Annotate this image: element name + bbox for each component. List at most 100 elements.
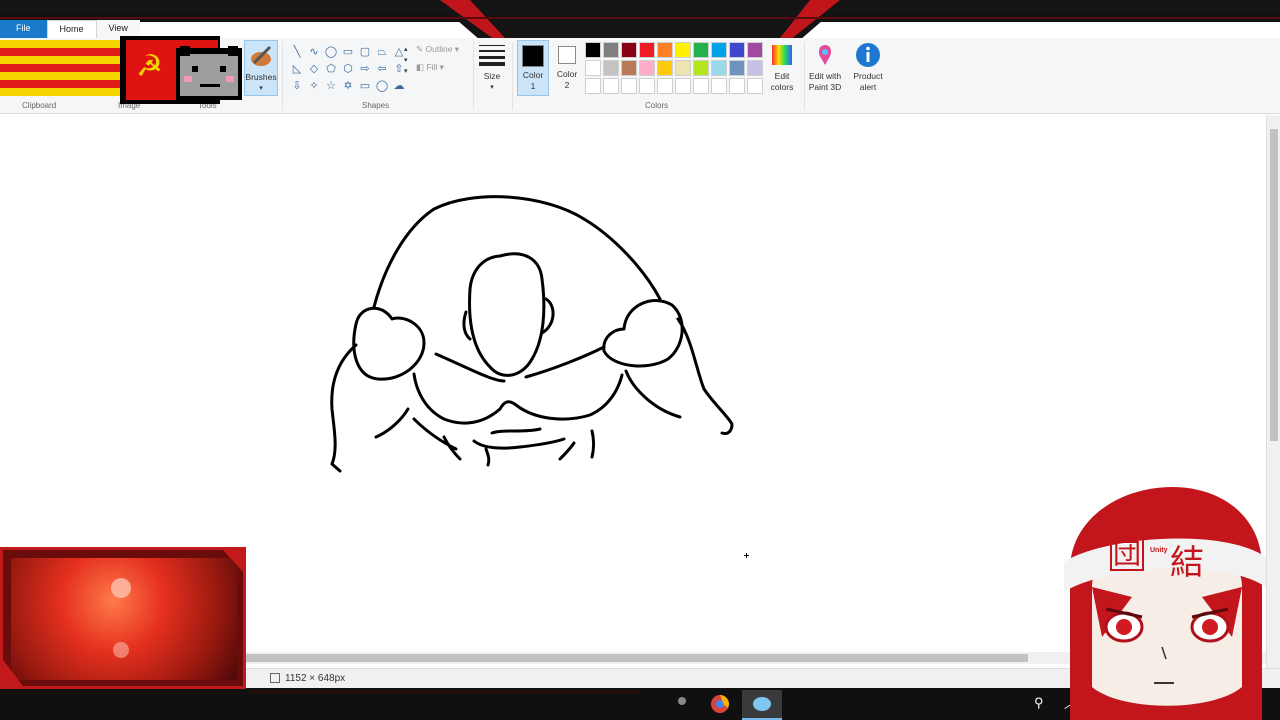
color-swatch[interactable] bbox=[693, 42, 709, 58]
separator bbox=[804, 42, 805, 110]
avatar-illustration bbox=[1064, 487, 1266, 720]
color-swatch[interactable] bbox=[675, 60, 691, 76]
color-palette bbox=[585, 42, 763, 94]
info-icon bbox=[856, 43, 880, 67]
shape-right-triangle-icon[interactable]: ◺ bbox=[289, 61, 305, 77]
shape-callout-oval-icon[interactable]: ◯ bbox=[374, 78, 390, 94]
horizontal-scrollbar-thumb[interactable] bbox=[246, 654, 1028, 662]
shape-left-arrow-icon[interactable]: ⇦ bbox=[374, 61, 390, 77]
color-swatch[interactable] bbox=[711, 60, 727, 76]
color-swatch[interactable] bbox=[675, 42, 691, 58]
shape-callout-rect-icon[interactable]: ▭ bbox=[357, 78, 373, 94]
color-swatch[interactable] bbox=[729, 60, 745, 76]
color-swatch[interactable] bbox=[621, 78, 637, 94]
color1-number: 1 bbox=[530, 81, 536, 91]
color-swatch[interactable] bbox=[711, 78, 727, 94]
color-swatch[interactable] bbox=[639, 78, 655, 94]
color-swatch[interactable] bbox=[693, 78, 709, 94]
paint3d-icon bbox=[818, 45, 832, 65]
shape-hexagon-icon[interactable]: ⬡ bbox=[340, 61, 356, 77]
shape-curve-icon[interactable]: ∿ bbox=[306, 44, 322, 60]
nyan-cat-overlay: ☭ bbox=[0, 36, 242, 104]
product-alert-button[interactable]: Product alert bbox=[850, 42, 886, 93]
shape-star5-icon[interactable]: ☆ bbox=[323, 78, 339, 94]
color-swatch[interactable] bbox=[639, 42, 655, 58]
shape-star4-icon[interactable]: ✧ bbox=[306, 78, 322, 94]
color2-swatch bbox=[558, 46, 576, 64]
shapes-scroll-icon[interactable]: ▴ ▾ ▾ bbox=[404, 44, 408, 77]
color1-button[interactable]: Color 1 bbox=[517, 40, 549, 96]
outline-icon: ✎ bbox=[416, 44, 424, 54]
shape-polygon-icon[interactable]: ⏢ bbox=[374, 44, 390, 60]
brushes-button[interactable]: Brushes ▾ bbox=[244, 40, 278, 96]
color-swatch[interactable] bbox=[585, 60, 601, 76]
brushes-label: Brushes bbox=[245, 72, 277, 82]
people-icon[interactable]: ⚲ bbox=[1034, 695, 1044, 711]
vertical-scrollbar-thumb[interactable] bbox=[1270, 129, 1278, 441]
color-swatch[interactable] bbox=[693, 60, 709, 76]
color-swatch[interactable] bbox=[711, 42, 727, 58]
separator bbox=[282, 42, 283, 110]
cursor-crosshair-icon bbox=[744, 553, 749, 558]
overlay-frame-graphic bbox=[0, 0, 1280, 40]
color-swatch[interactable] bbox=[639, 60, 655, 76]
color-swatch[interactable] bbox=[747, 78, 763, 94]
separator bbox=[473, 42, 474, 110]
edit-paint3d-button[interactable]: Edit with Paint 3D bbox=[806, 42, 844, 93]
edit-colors-label-b: colors bbox=[770, 82, 794, 92]
color-swatch[interactable] bbox=[585, 42, 601, 58]
shape-star6-icon[interactable]: ✡ bbox=[340, 78, 356, 94]
shape-right-arrow-icon[interactable]: ⇨ bbox=[357, 61, 373, 77]
size-lines-icon bbox=[479, 45, 505, 66]
canvas-size-icon bbox=[270, 673, 280, 683]
color-swatch[interactable] bbox=[747, 42, 763, 58]
edit-colors-label-a: Edit bbox=[774, 71, 790, 81]
color-swatch[interactable] bbox=[621, 42, 637, 58]
color-swatch[interactable] bbox=[603, 78, 619, 94]
shape-pentagon-icon[interactable]: ⬠ bbox=[323, 61, 339, 77]
outline-label: Outline bbox=[425, 44, 453, 54]
shape-cloud-icon[interactable]: ☁ bbox=[391, 78, 407, 94]
fill-dropdown[interactable]: ◧ Fill ▾ bbox=[416, 62, 444, 73]
edit-colors-button[interactable]: Edit colors bbox=[768, 42, 796, 93]
shape-diamond-icon[interactable]: ◇ bbox=[306, 61, 322, 77]
color2-number: 2 bbox=[564, 80, 570, 90]
color-swatch[interactable] bbox=[675, 78, 691, 94]
shape-rounded-rect-icon[interactable]: ▢ bbox=[357, 44, 373, 60]
webcam-frame-graphic bbox=[3, 550, 243, 686]
color1-label: Color bbox=[522, 70, 544, 80]
group-label-shapes: Shapes bbox=[362, 101, 390, 110]
shapes-gallery[interactable]: ╲ ∿ ◯ ▭ ▢ ⏢ △ ◺ ◇ ⬠ ⬡ ⇨ ⇦ ⇧ ⇩ ✧ ☆ ✡ ▭ ◯ … bbox=[289, 44, 407, 94]
color-swatch[interactable] bbox=[729, 78, 745, 94]
product-alert-label-a: Product bbox=[853, 71, 883, 81]
color-swatch[interactable] bbox=[657, 60, 673, 76]
color-swatch[interactable] bbox=[729, 42, 745, 58]
size-button[interactable]: Size ▾ bbox=[478, 42, 506, 93]
color2-button[interactable]: Color 2 bbox=[553, 40, 581, 96]
outline-dropdown[interactable]: ✎ Outline ▾ bbox=[416, 44, 459, 55]
shape-line-icon[interactable]: ╲ bbox=[289, 44, 305, 60]
chevron-down-icon: ▾ bbox=[259, 85, 263, 92]
edit-paint3d-label-b: Paint 3D bbox=[808, 82, 842, 92]
color-swatch[interactable] bbox=[585, 78, 601, 94]
product-alert-label-b: alert bbox=[859, 82, 877, 92]
canvas-dimensions: 1152 × 648px bbox=[285, 673, 346, 684]
svg-text:☭: ☭ bbox=[136, 49, 163, 84]
vertical-scrollbar[interactable] bbox=[1266, 115, 1280, 668]
headband-kanji-left: 団 bbox=[1110, 537, 1145, 571]
color-swatch[interactable] bbox=[621, 60, 637, 76]
color-swatch[interactable] bbox=[657, 42, 673, 58]
color-swatch[interactable] bbox=[603, 60, 619, 76]
headband-kanji-right: 結 bbox=[1170, 543, 1204, 583]
shape-rectangle-icon[interactable]: ▭ bbox=[340, 44, 356, 60]
brush-icon bbox=[251, 45, 272, 66]
webcam-overlay bbox=[0, 547, 246, 689]
color-swatch[interactable] bbox=[657, 78, 673, 94]
shape-down-arrow-icon[interactable]: ⇩ bbox=[289, 78, 305, 94]
size-label: Size bbox=[483, 71, 501, 81]
chevron-down-icon: ▾ bbox=[490, 84, 494, 91]
color2-label: Color bbox=[556, 69, 578, 79]
shape-oval-icon[interactable]: ◯ bbox=[323, 44, 339, 60]
color-swatch[interactable] bbox=[603, 42, 619, 58]
color-swatch[interactable] bbox=[747, 60, 763, 76]
